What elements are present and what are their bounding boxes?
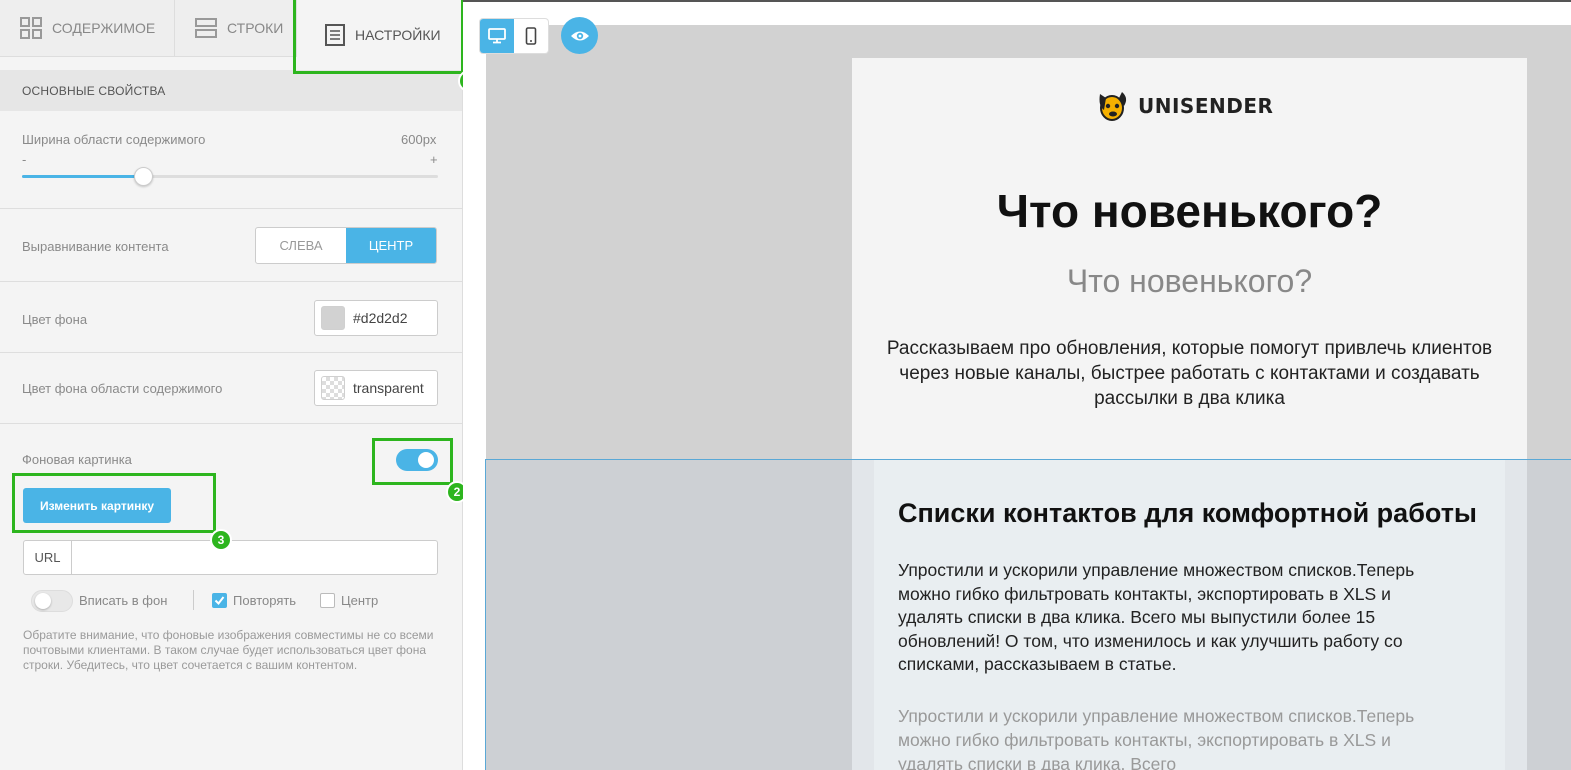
tab-rows[interactable]: СТРОКИ [175, 0, 297, 57]
email-heading[interactable]: Что новенького? [852, 184, 1527, 238]
center-label: Центр [341, 593, 379, 608]
content-width-slider[interactable] [22, 167, 438, 186]
slider-handle[interactable] [133, 167, 153, 186]
slider-plus: + [430, 152, 438, 167]
bg-color-label: Цвет фона [22, 312, 88, 327]
device-toggle [480, 19, 548, 53]
bg-image-label: Фоновая картинка [22, 452, 132, 467]
dog-logo-icon [1099, 92, 1127, 121]
section-title: ОСНОВНЫЕ СВОЙСТВА [0, 70, 462, 111]
repeat-label: Повторять [233, 593, 297, 608]
alignment-label: Выравнивание контента [22, 239, 169, 254]
settings-panel: СОДЕРЖИМОЕ СТРОКИ НАСТРОЙКИ ОСНОВНЫЕ СВО… [0, 0, 463, 770]
center-checkbox[interactable] [320, 593, 335, 608]
card-text[interactable]: Упростили и ускорили управление множеств… [898, 559, 1458, 677]
email-subheading[interactable]: Что новенького? [852, 263, 1527, 300]
content-width-row: Ширина области содержимого 600px - + [0, 111, 462, 209]
grid-icon [20, 17, 42, 39]
fit-background-label: Вписать в фон [79, 593, 168, 608]
content-card[interactable]: Списки контактов для комфортной работы У… [874, 460, 1505, 770]
eye-icon [570, 31, 589, 40]
email-logo: UNISENDER [1096, 88, 1273, 124]
checkmark-icon [214, 596, 225, 606]
bg-color-swatch[interactable] [321, 306, 345, 330]
toggle-knob [35, 593, 51, 609]
image-url-input[interactable] [72, 541, 437, 574]
tab-rows-label: СТРОКИ [227, 20, 284, 36]
preview-button[interactable] [561, 17, 598, 54]
content-bg-color-swatch[interactable] [321, 376, 345, 400]
tab-content[interactable]: СОДЕРЖИМОЕ [0, 0, 175, 57]
card-text-faded[interactable]: Упростили и ускорили управление множеств… [898, 704, 1438, 770]
highlight-settings-tab [293, 0, 464, 74]
annotation-badge-3: 3 [210, 529, 232, 551]
phone-icon [525, 27, 537, 45]
rows-icon [195, 18, 217, 38]
tab-content-label: СОДЕРЖИМОЕ [52, 20, 156, 36]
canvas-gutter [463, 0, 486, 770]
bg-color-value: #d2d2d2 [353, 310, 408, 326]
email-logo-text: UNISENDER [1138, 94, 1274, 118]
content-bg-color-value: transparent [353, 380, 424, 396]
bg-image-note: Обратите внимание, что фоновые изображен… [23, 628, 434, 672]
content-bg-color-label: Цвет фона области содержимого [22, 381, 223, 396]
alignment-toggle: СЛЕВА ЦЕНТР [255, 227, 437, 264]
align-center-button[interactable]: ЦЕНТР [346, 228, 436, 263]
align-left-button[interactable]: СЛЕВА [256, 228, 346, 263]
email-intro[interactable]: Рассказываем про обновления, которые пом… [872, 336, 1507, 411]
desktop-view-button[interactable] [480, 19, 514, 53]
slider-fill [22, 175, 143, 178]
repeat-checkbox[interactable] [212, 593, 227, 608]
content-width-label: Ширина области содержимого [22, 132, 206, 147]
bg-color-input[interactable]: #d2d2d2 [314, 300, 438, 336]
content-width-value: 600px [401, 132, 437, 147]
center-option[interactable]: Центр [320, 593, 378, 608]
fit-background-toggle[interactable] [31, 590, 73, 612]
canvas-toolbar-strip [463, 0, 1571, 25]
divider [193, 590, 194, 610]
highlight-change-image [12, 473, 216, 533]
slider-minus: - [22, 152, 27, 167]
url-prefix: URL [24, 541, 72, 574]
highlight-bg-toggle [372, 438, 453, 485]
repeat-option[interactable]: Повторять [212, 593, 296, 608]
content-bg-color-input[interactable]: transparent [314, 370, 438, 406]
monitor-icon [488, 28, 506, 44]
card-title[interactable]: Списки контактов для комфортной работы [898, 498, 1477, 529]
mobile-view-button[interactable] [514, 19, 548, 53]
